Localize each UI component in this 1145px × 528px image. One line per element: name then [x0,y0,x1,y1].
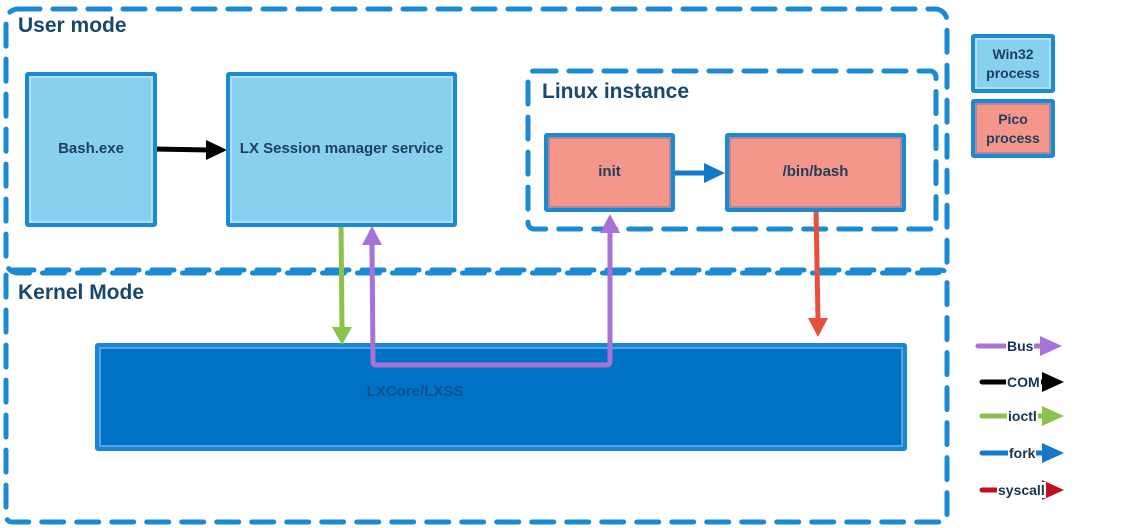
linux-instance-title: Linux instance [542,80,690,103]
bash-exe-box[interactable]: Bash.exe [25,72,157,227]
legend-syscall-label: syscall [997,482,1046,498]
fork-arrow [670,163,725,183]
init-label: init [598,163,621,181]
com-arrow [150,140,227,160]
legend-pico-label: Pico process [986,111,1040,146]
legend-win32-label: Win32 process [986,46,1040,81]
legend-com-label: COM [1006,374,1041,390]
kernel-mode-title: Kernel Mode [18,281,145,304]
legend-pico-process: Pico process [971,99,1055,158]
lxcore-label: LXCore/LXSS [366,382,464,400]
init-box[interactable]: init [544,133,675,212]
bash-exe-label: Bash.exe [58,140,124,158]
legend-fork-label: fork [1008,445,1037,461]
user-mode-title: User mode [18,14,127,37]
lxcore-box[interactable]: LXCore/LXSS [95,343,907,451]
ioctl-arrow [338,219,345,331]
lx-session-manager-box[interactable]: LX Session manager service [226,72,457,227]
lx-session-manager-label: LX Session manager service [239,140,444,158]
legend-win32-process: Win32 process [971,34,1055,93]
legend-bus-label: Bus [1006,338,1035,354]
bin-bash-label: /bin/bash [782,163,849,181]
legend-ioctl-label: ioctl [1007,408,1038,424]
bin-bash-box[interactable]: /bin/bash [725,133,906,212]
